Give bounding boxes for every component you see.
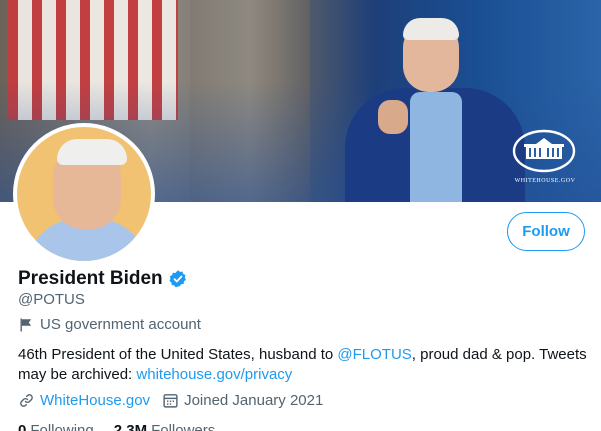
banner-person-fist [378,100,408,134]
followers-count: 2.3M [113,422,148,431]
follow-button[interactable]: Follow [507,212,585,251]
government-account-text: US government account [40,316,201,333]
profile-handle: @POTUS [18,291,85,308]
profile-bio: 46th President of the United States, hus… [18,345,593,385]
whitehouse-logo-icon [512,129,576,173]
verified-badge-icon[interactable] [168,269,188,289]
bio-text-part1: 46th President of the United States, hus… [18,346,338,363]
website-link[interactable]: WhiteHouse.gov [40,392,150,409]
flotus-mention-link[interactable]: @FLOTUS [337,346,411,363]
following-label: Following [30,422,94,431]
following-count: 0 [18,422,27,431]
banner-person-shirt [410,92,462,202]
whitehouse-caption: WHITEHOUSE.GOV [514,178,576,184]
followers-link[interactable]: 2.3M Followers [114,422,216,431]
following-link[interactable]: 0 Following [18,422,94,431]
display-name: President Biden [18,268,163,289]
join-date: Joined January 2021 [184,392,324,409]
follow-stats: 0 Following 2.3M Followers [18,422,235,431]
privacy-link[interactable]: whitehouse.gov/privacy [136,366,292,383]
banner-person-hair [403,18,459,40]
calendar-icon [163,394,178,408]
government-account-label[interactable]: US government account [18,316,201,333]
followers-label: Followers [151,422,216,431]
profile-avatar[interactable] [13,123,155,265]
link-icon [20,394,33,407]
name-row: President Biden [18,268,188,290]
flag-icon [20,318,32,331]
profile-meta: WhiteHouse.gov Joined January 2021 [18,392,323,409]
avatar-hair [57,139,127,165]
